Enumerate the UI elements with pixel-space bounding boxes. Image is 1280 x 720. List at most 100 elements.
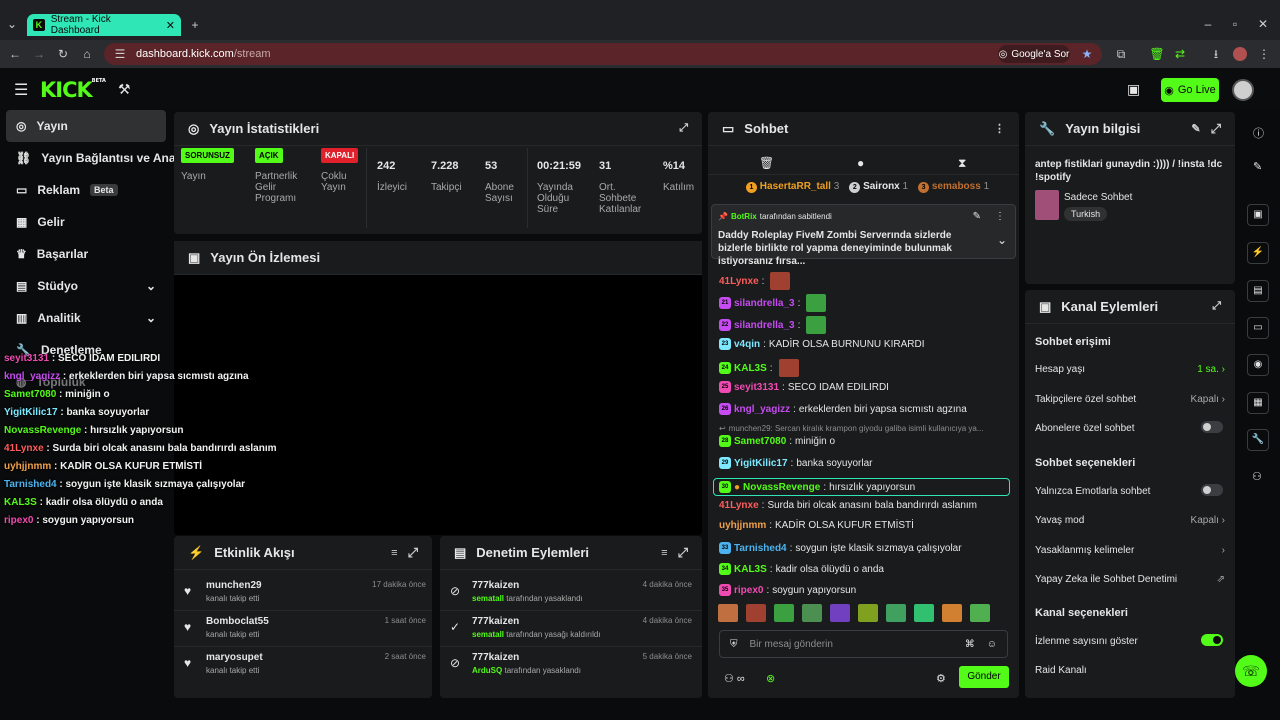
- rail-wrench-icon[interactable]: 🔧: [1247, 429, 1269, 451]
- subs-only-toggle[interactable]: [1201, 421, 1223, 433]
- chat-message[interactable]: 21 silandrella_3:: [719, 294, 827, 312]
- minimize-icon[interactable]: –: [1200, 16, 1216, 32]
- moderation-row[interactable]: ⊘ 777kaizen ArduSQ tarafından yasaklandı 5 …: [450, 652, 692, 675]
- chat-message[interactable]: 25 seyit3131: SECO IDAM EDILIRDI: [719, 381, 889, 393]
- expand-icon[interactable]: ⤢: [1212, 300, 1221, 313]
- rail-camera-icon[interactable]: ▣: [1247, 204, 1269, 226]
- banned-words-setting[interactable]: Yasaklanmış kelimeler ›: [1035, 545, 1225, 556]
- kick-points-icon[interactable]: ⊗: [766, 672, 775, 685]
- chat-message[interactable]: 26 kngl_yagizz: erkeklerden biri yapsa sıc…: [719, 403, 967, 415]
- settings-gear-icon[interactable]: ⚙: [936, 672, 946, 685]
- sidebar-item-stream-key[interactable]: ⛓ Yayın Bağlantısı ve Anahtar: [6, 142, 174, 174]
- more-options-icon[interactable]: ⋮: [995, 211, 1005, 222]
- account-age-setting[interactable]: Hesap yaşı 1 sa. ›: [1035, 364, 1225, 375]
- more-options-icon[interactable]: ⋮: [994, 122, 1005, 135]
- go-live-button[interactable]: ◉ Go Live: [1161, 78, 1219, 102]
- back-icon[interactable]: ←: [7, 46, 23, 62]
- emoji-icon[interactable]: ☺: [987, 639, 997, 650]
- viewer-count-setting[interactable]: İzlenme sayısını göster: [1035, 634, 1225, 647]
- rail-chat-icon[interactable]: ▭: [1247, 317, 1269, 339]
- browser-tab[interactable]: K Stream - Kick Dashboard ✕: [27, 14, 181, 36]
- user-avatar[interactable]: [1232, 79, 1254, 101]
- viewer-count-toggle[interactable]: [1201, 634, 1223, 646]
- chat-message[interactable]: 41Lynxe:: [719, 272, 791, 290]
- support-chat-button[interactable]: ☏: [1235, 655, 1267, 687]
- chat-message[interactable]: 28 Samet7080: miniğin o: [719, 435, 835, 447]
- sidebar-item-ads[interactable]: ▭ Reklam Beta: [6, 174, 166, 206]
- google-ask-button[interactable]: ◎ Google'a Sor: [998, 45, 1070, 63]
- sidebar-item-analytics[interactable]: ▥ Analitik ⌄: [6, 302, 166, 334]
- emote[interactable]: [914, 604, 934, 622]
- info-icon[interactable]: ⓘ: [1253, 125, 1264, 141]
- unpin-icon[interactable]: ✎: [973, 211, 981, 222]
- chat-bubble-icon[interactable]: ●: [857, 156, 864, 170]
- expand-icon[interactable]: ⤢: [408, 545, 418, 561]
- expand-icon[interactable]: ⤢: [1211, 121, 1221, 137]
- emote-only-toggle[interactable]: [1201, 484, 1223, 496]
- pinned-message[interactable]: 📌 BotRix tarafından sabitlendi ✎ ⋮ Daddy R…: [711, 204, 1016, 267]
- edit-icon[interactable]: ✎: [1253, 160, 1262, 173]
- emote[interactable]: [942, 604, 962, 622]
- rail-record-icon[interactable]: ◉: [1247, 354, 1269, 376]
- activity-row[interactable]: ♥ Bomboclat55 kanalı takip etti 1 saat önce: [184, 616, 426, 639]
- command-icon[interactable]: ⌘: [965, 639, 975, 650]
- activity-row[interactable]: ♥ maryosupet kanalı takip etti 2 saat önce: [184, 652, 426, 675]
- hamburger-menu-icon[interactable]: ☰: [14, 80, 28, 100]
- emote[interactable]: [858, 604, 878, 622]
- emote[interactable]: [886, 604, 906, 622]
- hammer-icon[interactable]: ⚒: [118, 81, 131, 98]
- chat-message[interactable]: 24 KAL3S:: [719, 359, 799, 377]
- sidebar-item-studio[interactable]: ▤ Stüdyo ⌄: [6, 270, 166, 302]
- sidebar-item-achievements[interactable]: ♛ Başarılar: [6, 238, 166, 270]
- hourglass-icon[interactable]: ⧗: [958, 156, 966, 171]
- subs-only-setting[interactable]: Abonelere özel sohbet: [1035, 421, 1225, 434]
- chat-message[interactable]: 30 ● NovassRevenge: hırsızlık yapıyorsun: [713, 478, 1010, 496]
- translate-extension-icon[interactable]: ⇄: [1172, 46, 1188, 62]
- chat-input[interactable]: ⛨ Bir mesaj gönderin ⌘ ☺: [719, 630, 1008, 658]
- send-button[interactable]: Gönder: [959, 666, 1009, 688]
- activity-row[interactable]: ♥ munchen29 kanalı takip etti 17 dakika önc…: [184, 580, 426, 603]
- kick-logo[interactable]: KICKBETA: [40, 78, 106, 102]
- trash-extension-icon[interactable]: 🗑: [1149, 46, 1165, 62]
- moderation-row[interactable]: ⊘ 777kaizen sematall tarafından yasaklandı…: [450, 580, 692, 603]
- emote[interactable]: [830, 604, 850, 622]
- expand-icon[interactable]: ⤢: [678, 545, 688, 561]
- sidebar-item-stream[interactable]: ◎ Yayın: [6, 110, 166, 142]
- tab-close-icon[interactable]: ✕: [166, 19, 175, 32]
- address-bar[interactable]: ☰ dashboard.kick.com /stream: [104, 43, 1102, 65]
- chat-message[interactable]: 29 YigitKilic17: banka soyuyorlar: [719, 457, 872, 469]
- filter-icon[interactable]: ≡: [391, 547, 397, 559]
- camera-icon[interactable]: ▣: [1127, 81, 1140, 98]
- chat-message[interactable]: 34 KAL3S: kadir olsa ölüydü o anda: [719, 563, 884, 575]
- rail-channel-icon[interactable]: ▦: [1247, 392, 1269, 414]
- chat-message[interactable]: 33 Tarnished4: soygun işte klasik sızmaya …: [719, 542, 962, 554]
- rail-users-icon[interactable]: ⚇: [1252, 470, 1262, 483]
- chat-message[interactable]: 41Lynxe: Surda biri olcak anasını bala ba…: [719, 500, 977, 511]
- emote[interactable]: [774, 604, 794, 622]
- browser-menu-icon[interactable]: ⋮: [1256, 46, 1272, 62]
- chat-message[interactable]: uyhjjnmm: KADİR OLSA KUFUR ETMİSTİ: [719, 520, 914, 531]
- chat-message[interactable]: 22 silandrella_3:: [719, 316, 827, 334]
- chevron-down-icon[interactable]: ⌄: [997, 233, 1007, 247]
- chat-message[interactable]: 23 v4qin: KADİR OLSA BURNUNU KIRARDI: [719, 338, 925, 350]
- trash-icon[interactable]: 🗑: [759, 156, 774, 170]
- moderation-row[interactable]: ✓ 777kaizen sematall tarafından yasağı kal…: [450, 616, 692, 639]
- emote[interactable]: [718, 604, 738, 622]
- maximize-icon[interactable]: ▫: [1227, 16, 1243, 32]
- edit-icon[interactable]: ✎: [1191, 122, 1200, 135]
- filter-icon[interactable]: ≡: [661, 547, 667, 559]
- slow-mode-setting[interactable]: Yavaş mod Kapalı ›: [1035, 515, 1225, 526]
- site-info-icon[interactable]: ☰: [112, 46, 128, 62]
- tab-list-icon[interactable]: ⌄: [4, 16, 20, 32]
- home-icon[interactable]: ⌂: [79, 46, 95, 62]
- new-tab-icon[interactable]: +: [187, 17, 203, 33]
- profile-avatar-icon[interactable]: [1233, 47, 1247, 61]
- emote[interactable]: [970, 604, 990, 622]
- emote[interactable]: [802, 604, 822, 622]
- sidebar-item-revenue[interactable]: ▦ Gelir: [6, 206, 166, 238]
- followers-only-setting[interactable]: Takipçilere özel sohbet Kapalı ›: [1035, 394, 1225, 405]
- bookmark-star-icon[interactable]: ★: [1079, 46, 1095, 62]
- users-icon[interactable]: ⚇ ∞: [724, 672, 745, 685]
- rail-list-icon[interactable]: ▤: [1247, 280, 1269, 302]
- expand-icon[interactable]: ⤢: [679, 122, 688, 135]
